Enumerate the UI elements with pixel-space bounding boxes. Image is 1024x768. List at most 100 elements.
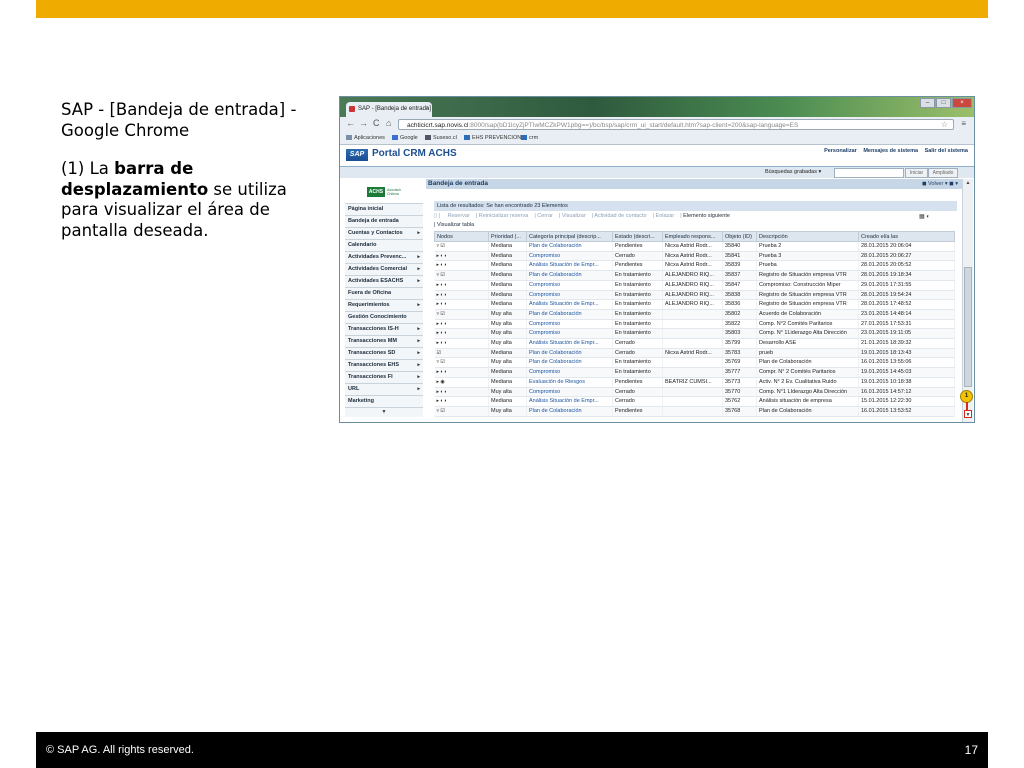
- category-link[interactable]: Compromiso: [526, 251, 613, 262]
- toolbar-visualizar[interactable]: Visualizar: [562, 213, 586, 219]
- table-row[interactable]: ▸ ◐◑ Mediana Compromiso Cerrado Nicxa Astrid…: [434, 251, 955, 262]
- node-toggle-icon[interactable]: ▸ ◐◑: [434, 328, 489, 340]
- table-row[interactable]: ▸ ◉ Mediana Evaluación de Riesgos Pendiente…: [434, 377, 955, 388]
- bookmark-google[interactable]: Google: [392, 132, 418, 144]
- node-toggle-icon[interactable]: ▸ ◐◑: [434, 280, 489, 291]
- back-button[interactable]: ◼ Volver ▾ ◼ ▾: [922, 179, 958, 189]
- category-link[interactable]: Compromiso: [526, 328, 613, 340]
- nav-more-arrow[interactable]: ▼: [345, 408, 423, 417]
- table-row[interactable]: ▸ ◐◑ Mediana Compromiso En tratamiento ALEJA…: [434, 280, 955, 291]
- node-toggle-icon[interactable]: ▸ ◐◑: [434, 260, 489, 272]
- scroll-down-arrow[interactable]: ▼: [964, 410, 972, 418]
- sidebar-item[interactable]: Transacciones SD ▸: [345, 348, 423, 360]
- category-link[interactable]: Plan de Colaboración: [526, 348, 613, 359]
- column-header[interactable]: Estado (descri...: [612, 231, 663, 242]
- table-row[interactable]: ▸ ◐◑ Muy alta Análisis Situación de Empr..…: [434, 338, 955, 349]
- vertical-scrollbar[interactable]: ▲ ▼: [962, 179, 973, 422]
- close-window-button[interactable]: ×: [952, 98, 972, 108]
- bookmark-aplicaciones[interactable]: Aplicaciones: [346, 132, 385, 144]
- table-row[interactable]: ▿ ☑ Muy alta Plan de Colaboración Pendiente…: [434, 406, 955, 417]
- reload-icon[interactable]: C: [373, 118, 380, 128]
- link-personalizar[interactable]: Personalizar: [824, 148, 857, 154]
- table-settings-icon[interactable]: ▦ ◐: [919, 212, 930, 222]
- category-link[interactable]: Análisis Situación de Empr...: [526, 396, 613, 407]
- sidebar-item[interactable]: Requerimientos ▸: [345, 300, 423, 312]
- sidebar-item[interactable]: Fuera de Oficina: [345, 288, 423, 300]
- category-link[interactable]: Compromiso: [526, 280, 613, 291]
- node-toggle-icon[interactable]: ▿ ☑: [434, 270, 489, 281]
- link-salir[interactable]: Salir del sistema: [925, 148, 968, 154]
- toolbar-new-icon[interactable]: ▯ |: [434, 213, 440, 219]
- toolbar-enlazar[interactable]: Enlazar: [656, 213, 675, 219]
- maximize-button[interactable]: □: [936, 98, 951, 108]
- column-header[interactable]: Categoría principal (descrip...: [526, 231, 613, 242]
- node-toggle-icon[interactable]: ▸ ◐◑: [434, 387, 489, 398]
- sidebar-item[interactable]: Bandeja de entrada: [345, 216, 423, 228]
- scrollbar-thumb[interactable]: [964, 267, 972, 387]
- sidebar-item[interactable]: Gestión Conocimiento: [345, 312, 423, 324]
- saved-search-label[interactable]: Búsquedas grabadas ▾: [765, 169, 821, 175]
- ampliado-button[interactable]: Ampliado: [928, 168, 958, 178]
- bookmark-ehs[interactable]: EHS PREVENCION: [464, 132, 521, 144]
- node-toggle-icon[interactable]: ▿ ☑: [434, 241, 489, 252]
- back-icon[interactable]: ←: [346, 118, 355, 128]
- column-header[interactable]: Prioridad (...: [488, 231, 527, 242]
- bookmark-crm[interactable]: crm: [521, 132, 538, 144]
- table-row[interactable]: ▸ ◐◑ Mediana Compromiso En tratamiento 35777…: [434, 367, 955, 378]
- column-header[interactable]: Objeto (ID): [722, 231, 757, 242]
- url-input[interactable]: achticicrt.sap.novis.cl:8000/sap(bD1lcyZ…: [398, 119, 954, 130]
- home-icon[interactable]: ⌂: [386, 118, 391, 128]
- node-toggle-icon[interactable]: ▸ ◐◑: [434, 338, 489, 349]
- category-link[interactable]: Análisis Situación de Empr...: [526, 299, 613, 310]
- node-toggle-icon[interactable]: ▿ ☑: [434, 309, 489, 320]
- category-link[interactable]: Análisis Situación de Empr...: [526, 338, 613, 349]
- sidebar-item[interactable]: Página inicial: [345, 204, 423, 216]
- table-row[interactable]: ▿ ☑ Mediana Plan de Colaboración En tratami…: [434, 270, 955, 281]
- category-link[interactable]: Plan de Colaboración: [526, 270, 613, 281]
- iniciar-button[interactable]: Iniciar: [905, 168, 928, 178]
- node-toggle-icon[interactable]: ☑: [434, 348, 489, 359]
- toolbar-reservar[interactable]: Reservar: [448, 213, 470, 219]
- sidebar-item[interactable]: URL ▸: [345, 384, 423, 396]
- column-header[interactable]: Descripción: [756, 231, 859, 242]
- browser-menu-icon[interactable]: ≡: [961, 119, 966, 128]
- node-toggle-icon[interactable]: ▿ ☑: [434, 357, 489, 369]
- table-row[interactable]: ▸ ◐◑ Mediana Análisis Situación de Empr...…: [434, 299, 955, 310]
- toolbar-siguiente[interactable]: Elemento siguiente: [683, 213, 730, 219]
- saved-search-select[interactable]: [834, 168, 904, 178]
- table-row[interactable]: ▿ ☑ Muy alta Plan de Colaboración En tratam…: [434, 309, 955, 320]
- sidebar-item[interactable]: Cuentas y Contactos ▸: [345, 228, 423, 240]
- column-header[interactable]: Creado el/a las: [858, 231, 955, 242]
- table-row[interactable]: ▸ ◐◑ Mediana Análisis Situación de Empr...…: [434, 396, 955, 407]
- forward-icon[interactable]: →: [359, 118, 368, 128]
- browser-tab[interactable]: SAP - [Bandeja de entrada] ×: [346, 102, 432, 117]
- table-row[interactable]: ▸ ◐◑ Mediana Compromiso En tratamiento ALEJA…: [434, 290, 955, 301]
- column-header[interactable]: Empleado respons...: [662, 231, 723, 242]
- sidebar-item[interactable]: Transacciones MM ▸: [345, 336, 423, 348]
- category-link[interactable]: Evaluación de Riesgos: [526, 377, 613, 388]
- toolbar-cerrar[interactable]: Cerrar: [537, 213, 553, 219]
- bookmark-star-icon[interactable]: ☆: [941, 120, 948, 129]
- tab-close-icon[interactable]: ×: [425, 102, 429, 117]
- category-link[interactable]: Compromiso: [526, 367, 613, 378]
- column-header[interactable]: Nodos: [434, 231, 489, 242]
- node-toggle-icon[interactable]: ▸ ◐◑: [434, 319, 489, 330]
- sidebar-item[interactable]: Actividades ESACHS ▸: [345, 276, 423, 288]
- sidebar-item[interactable]: Actividades Comercial ▸: [345, 264, 423, 276]
- category-link[interactable]: Plan de Colaboración: [526, 406, 613, 417]
- toolbar-actividad[interactable]: Actividad de contacto: [594, 213, 646, 219]
- scroll-up-arrow[interactable]: ▲: [963, 179, 973, 187]
- sidebar-item[interactable]: Marketing: [345, 396, 423, 408]
- view-table-link[interactable]: | Visualizar tabla: [434, 221, 474, 229]
- table-row[interactable]: ▸ ◐◑ Muy alta Compromiso En tratamiento 3582…: [434, 319, 955, 330]
- table-row[interactable]: ▿ ☑ Mediana Plan de Colaboración Pendientes…: [434, 241, 955, 252]
- table-row[interactable]: ▿ ☑ Muy alta Plan de Colaboración En tratam…: [434, 357, 955, 369]
- category-link[interactable]: Plan de Colaboración: [526, 309, 613, 320]
- node-toggle-icon[interactable]: ▸ ◐◑: [434, 367, 489, 378]
- sidebar-item[interactable]: Transacciones FI ▸: [345, 372, 423, 384]
- node-toggle-icon[interactable]: ▸ ◐◑: [434, 299, 489, 310]
- category-link[interactable]: Compromiso: [526, 319, 613, 330]
- sidebar-item[interactable]: Calendario: [345, 240, 423, 252]
- category-link[interactable]: Plan de Colaboración: [526, 241, 613, 252]
- sidebar-item[interactable]: Transacciones EHS ▸: [345, 360, 423, 372]
